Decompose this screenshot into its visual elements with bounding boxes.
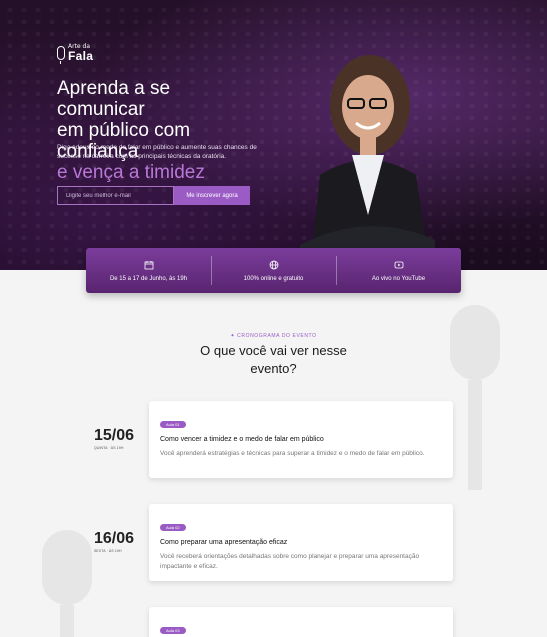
hero-headline: Aprenda a se comunicar em público com co…: [57, 78, 257, 183]
schedule-eyebrow: ✦ CRONOGRAMA DO EVENTO: [230, 333, 317, 339]
lesson-badge: Aula 03: [160, 627, 186, 634]
signup-form: Me inscrever agora: [57, 186, 250, 205]
lesson-description: Você receberá orientações detalhadas sob…: [160, 553, 420, 570]
date-value: 15/06: [94, 427, 135, 444]
lesson-description: Você aprenderá estratégias e técnicas pa…: [160, 450, 425, 457]
lesson-badge: Aula 02: [160, 524, 186, 531]
date-meta: QUINTA · ÀS 19H: [94, 446, 124, 450]
logo-bottom-text: Fala: [68, 49, 94, 63]
lesson-card-2[interactable]: Aula 02 Como preparar uma apresentação e…: [149, 504, 453, 581]
presenter-photo: [300, 55, 435, 270]
youtube-icon: [394, 261, 403, 268]
schedule-date-2: 16/06 SEXTA · ÀS 19H: [94, 530, 135, 554]
lesson-card-1[interactable]: Aula 01 Como vencer a timidez e o medo d…: [149, 401, 453, 478]
headline-line-1: Aprenda a se comunicar: [57, 78, 171, 120]
microphone-icon: [57, 46, 65, 64]
schedule-title: O que você vai ver nesse evento?: [200, 343, 347, 376]
brand-logo[interactable]: Arte da Fala: [57, 44, 94, 64]
info-date: De 15 a 17 de Junho, às 19h: [86, 248, 211, 293]
lesson-title: Como preparar uma apresentação eficaz: [160, 539, 288, 546]
email-input[interactable]: [57, 186, 174, 205]
info-online: 100% online e gratuito: [211, 248, 336, 293]
info-date-label: De 15 a 17 de Junho, às 19h: [109, 275, 188, 282]
info-online-label: 100% online e gratuito: [243, 275, 304, 282]
hero-subtext: Diga adeus ao medo de falar em público e…: [57, 144, 257, 160]
lesson-badge: Aula 01: [160, 421, 186, 428]
info-youtube-label: Ao vivo no YouTube: [371, 275, 426, 282]
lesson-card-3[interactable]: Aula 03: [149, 607, 453, 637]
globe-icon: [269, 260, 278, 269]
headline-accent: e vença a timidez: [57, 162, 205, 183]
date-meta: SEXTA · ÀS 19H: [94, 549, 122, 553]
date-value: 16/06: [94, 530, 135, 547]
schedule-date-1: 15/06 QUINTA · ÀS 19H: [94, 427, 135, 451]
event-info-bar: De 15 a 17 de Junho, às 19h 100% online …: [86, 248, 461, 293]
info-youtube: Ao vivo no YouTube: [336, 248, 461, 293]
subscribe-button[interactable]: Me inscrever agora: [174, 186, 250, 205]
lesson-title: Como vencer a timidez e o medo de falar …: [160, 436, 324, 443]
hero-section: Arte da Fala Aprenda a se comunicar em p…: [0, 0, 547, 270]
calendar-icon: [144, 260, 153, 269]
